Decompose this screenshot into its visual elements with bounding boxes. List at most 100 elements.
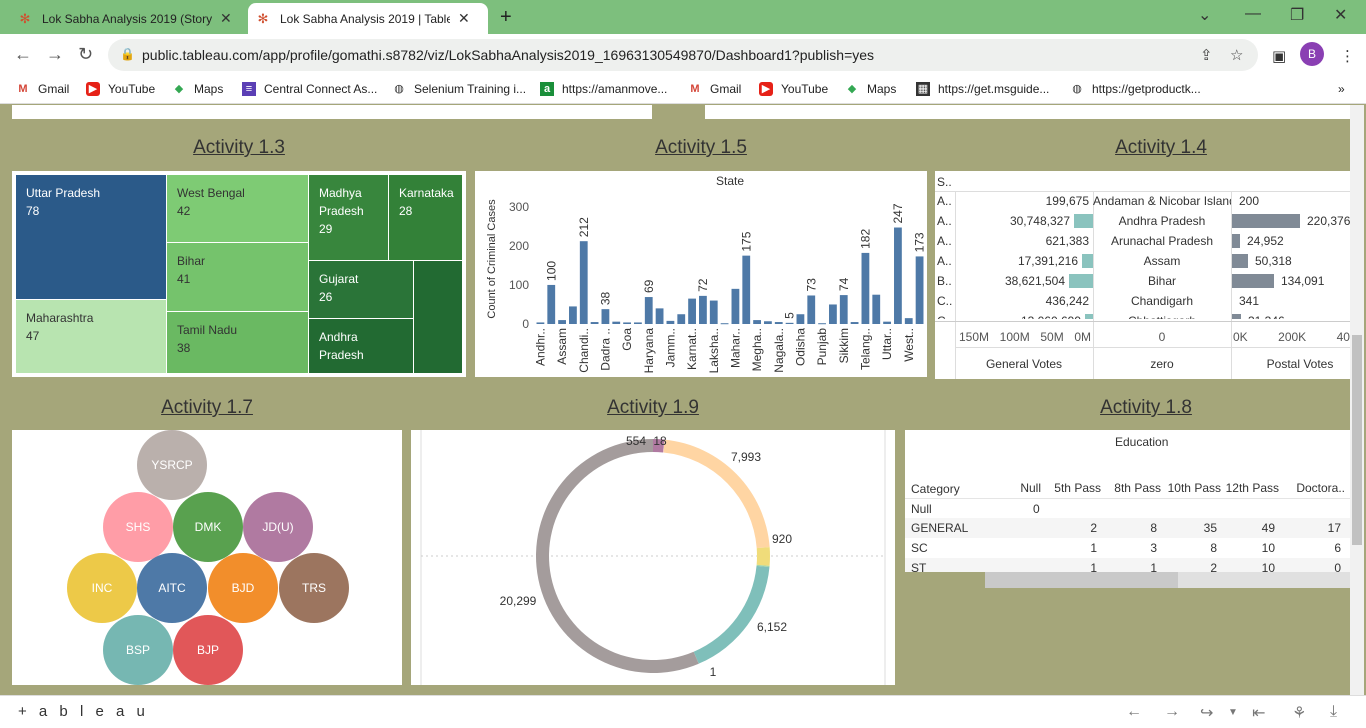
pause-icon[interactable]: ⇤ [1252,703,1265,723]
bar[interactable] [579,241,588,324]
treemap-cell[interactable]: Madhya Pradesh 29 [309,175,388,260]
treemap-cell[interactable]: Uttar Pradesh 78 [16,175,166,299]
bookmark-youtube[interactable]: ▶ YouTube [86,82,155,96]
redo-icon[interactable]: → [1164,703,1180,721]
scrollbar-thumb[interactable] [985,572,1178,588]
bar[interactable] [785,322,794,324]
bar[interactable] [894,227,902,324]
votes-row[interactable]: A.. 621,383 Arunachal Pradesh 24,952 [935,231,1350,251]
donut-slice[interactable] [756,547,770,566]
bar[interactable] [634,322,642,324]
votes-row[interactable]: C.. 436,242 Chandigarh 341 [935,291,1350,311]
general-votes-bar[interactable] [1069,274,1093,288]
bookmark-gmail-2[interactable]: M Gmail [688,82,741,96]
bar[interactable] [731,288,740,324]
postal-votes-bar[interactable] [1232,254,1248,268]
omnibox[interactable]: 🔒 public.tableau.com/app/profile/gomathi… [108,39,1258,71]
window-close-icon[interactable]: ✕ [1334,5,1347,25]
revert-icon[interactable]: ↪ [1200,703,1213,723]
bar[interactable] [742,255,751,324]
chevron-down-icon[interactable]: ▼ [1228,707,1238,718]
bar[interactable] [883,321,891,324]
general-votes-bar[interactable] [1082,254,1093,268]
forward-arrow-icon[interactable]: → [46,44,64,65]
bar[interactable] [688,298,696,324]
share-icon[interactable]: ⇪ [1200,46,1213,64]
postal-votes-bar[interactable] [1232,314,1241,319]
bar[interactable] [644,297,653,324]
bar[interactable] [590,322,599,324]
bar[interactable] [569,306,577,324]
url-text[interactable]: public.tableau.com/app/profile/gomathi.s… [142,47,874,63]
side-panel-icon[interactable]: ▣ [1272,47,1286,65]
treemap-cell[interactable]: Karnataka 28 [389,175,462,260]
minimize-icon[interactable]: — [1245,5,1261,23]
votes-row[interactable]: C.. 13,060,699 Chhattisgarh 31,346 [935,311,1350,319]
table-row[interactable]: GENERAL 2 8 35 49 17 [905,518,1350,538]
column-header[interactable]: 12th Pass [1225,480,1279,496]
close-icon[interactable]: ✕ [458,10,470,27]
new-tab-button[interactable]: + [500,6,512,29]
bookmark-youtube-2[interactable]: ▶ YouTube [759,82,828,96]
bar[interactable] [612,321,621,324]
bar[interactable] [601,309,610,324]
bar[interactable] [850,322,859,324]
bar[interactable] [536,322,545,324]
more-bookmarks-icon[interactable]: » [1338,82,1345,96]
bar[interactable] [764,321,772,324]
bar[interactable] [872,294,881,324]
bar[interactable] [818,323,826,325]
bar[interactable] [861,252,870,324]
treemap-cell[interactable]: West Bengal 42 [167,175,308,242]
column-header[interactable]: 8th Pass [1107,480,1161,496]
votes-row[interactable]: A.. 199,675 Andaman & Nicobar Island 200 [935,191,1350,211]
table-row[interactable]: ST 1 1 2 10 0 [905,558,1350,572]
column-header[interactable]: 5th Pass [1047,480,1101,496]
postal-votes-bar[interactable] [1232,234,1240,248]
bar[interactable] [655,308,664,324]
general-votes-bar[interactable] [1074,214,1093,228]
column-header[interactable]: Category [911,482,960,496]
votes-row[interactable]: A.. 30,748,327 Andhra Pradesh 220,376 [935,211,1350,231]
column-header[interactable]: 10th Pass [1167,480,1221,496]
bookmark-central-connect[interactable]: ≡ Central Connect As... [242,82,377,96]
bar[interactable] [904,318,913,324]
bar[interactable] [709,300,718,324]
bar[interactable] [915,256,924,324]
scrollbar-thumb[interactable] [1352,335,1362,545]
postal-votes-bar[interactable] [1232,274,1274,288]
treemap-cell[interactable]: Maharashtra 47 [16,300,166,373]
close-icon[interactable]: ✕ [220,10,232,27]
bookmark-maps[interactable]: ◆ Maps [172,82,224,96]
bar[interactable] [720,323,729,325]
bookmark-getproduct[interactable]: ◍ https://getproductk... [1070,82,1201,96]
bookmark-selenium[interactable]: ◍ Selenium Training i... [392,82,526,96]
bar[interactable] [623,322,631,324]
star-icon[interactable]: ☆ [1230,46,1243,64]
tab-story[interactable]: ✻ Lok Sabha Analysis 2019 (Story P ✕ [10,3,246,34]
table-row[interactable]: Null 0 [905,498,1350,518]
vertical-scrollbar[interactable] [1350,105,1364,695]
postal-votes-bar[interactable] [1232,214,1300,228]
bar[interactable] [839,295,848,324]
bookmark-maps-2[interactable]: ◆ Maps [845,82,897,96]
bar[interactable] [753,320,761,324]
table-row[interactable]: SC 1 3 8 10 6 [905,538,1350,558]
treemap-cell[interactable]: Andhra Pradesh [309,319,413,373]
menu-icon[interactable]: ⋮ [1340,47,1355,65]
bar[interactable] [558,320,566,324]
column-header[interactable]: Doctora.. [1291,480,1345,496]
bar[interactable] [547,284,556,324]
download-icon[interactable]: ⤓ [1330,703,1337,721]
column-header[interactable]: Null [987,480,1041,496]
treemap-cell[interactable] [414,261,462,373]
treemap-cell[interactable]: Tamil Nadu 38 [167,312,308,373]
votes-row[interactable]: B.. 38,621,504 Bihar 134,091 [935,271,1350,291]
bookmark-gmail[interactable]: M Gmail [16,82,69,96]
avatar[interactable]: B [1300,42,1324,66]
bookmark-amanmove[interactable]: a https://amanmove... [540,82,667,96]
bar[interactable] [829,304,837,324]
bar[interactable] [796,314,805,324]
votes-row[interactable]: A.. 17,391,216 Assam 50,318 [935,251,1350,271]
restore-icon[interactable]: ❐ [1290,5,1304,25]
